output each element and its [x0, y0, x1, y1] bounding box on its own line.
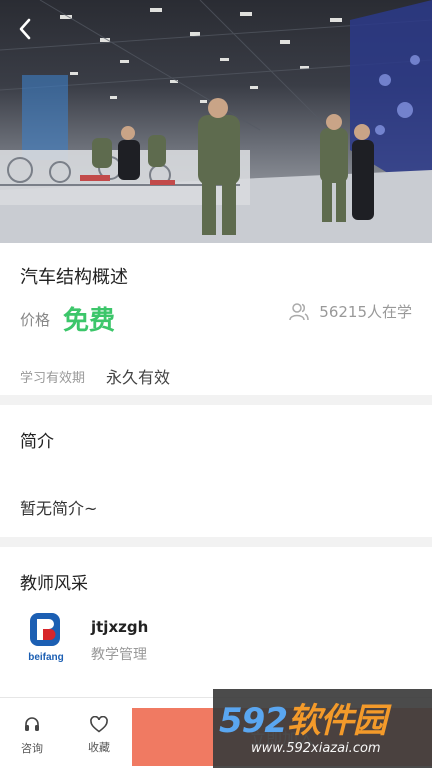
users-icon: [289, 302, 310, 320]
price-value: 免费: [63, 306, 116, 336]
watermark-logo-number: 592: [219, 701, 288, 741]
learner-count: 56215人在学: [289, 301, 412, 322]
learner-count-text: 56215人在学: [319, 303, 412, 321]
teacher-logo-text: beifang: [28, 652, 64, 663]
course-cover-image: [0, 0, 432, 243]
favorite-label: 收藏: [88, 741, 110, 754]
site-watermark: 592软件园 www.592xiazai.com: [213, 689, 432, 768]
price-label: 价格: [20, 311, 51, 329]
teacher-section: 教师风采 beifang jtjxzgh 教学管理: [0, 547, 432, 697]
back-button[interactable]: [18, 18, 50, 50]
validity-label: 学习有效期: [20, 371, 86, 386]
heart-icon: [90, 716, 108, 733]
course-title: 汽车结构概述: [20, 267, 128, 288]
teacher-section-title: 教师风采: [20, 574, 88, 594]
teacher-role: 教学管理: [91, 647, 147, 663]
chevron-left-icon: [19, 18, 31, 40]
consult-button[interactable]: 咨询: [10, 716, 54, 756]
watermark-logo: 592软件园: [219, 693, 387, 742]
watermark-url: www.592xiazai.com: [251, 741, 381, 756]
consult-label: 咨询: [21, 742, 43, 755]
course-detail-page: 汽车结构概述 价格 免费 56215人在学 学习有效期 永久有效 简介 暂无简介…: [0, 0, 432, 768]
watermark-logo-text: 软件园: [286, 701, 387, 741]
intro-text: 暂无简介~: [20, 499, 98, 518]
teacher-name[interactable]: jtjxzgh: [91, 618, 148, 636]
cover-photo-illustration: [0, 0, 432, 243]
intro-section: 简介 暂无简介~: [0, 405, 432, 537]
validity-value: 永久有效: [106, 368, 171, 387]
intro-title: 简介: [20, 432, 54, 452]
course-info-card: 汽车结构概述 价格 免费 56215人在学 学习有效期 永久有效: [0, 243, 432, 395]
favorite-button[interactable]: 收藏: [77, 716, 121, 755]
headset-icon: [25, 717, 39, 731]
teacher-logo[interactable]: beifang: [20, 613, 72, 665]
